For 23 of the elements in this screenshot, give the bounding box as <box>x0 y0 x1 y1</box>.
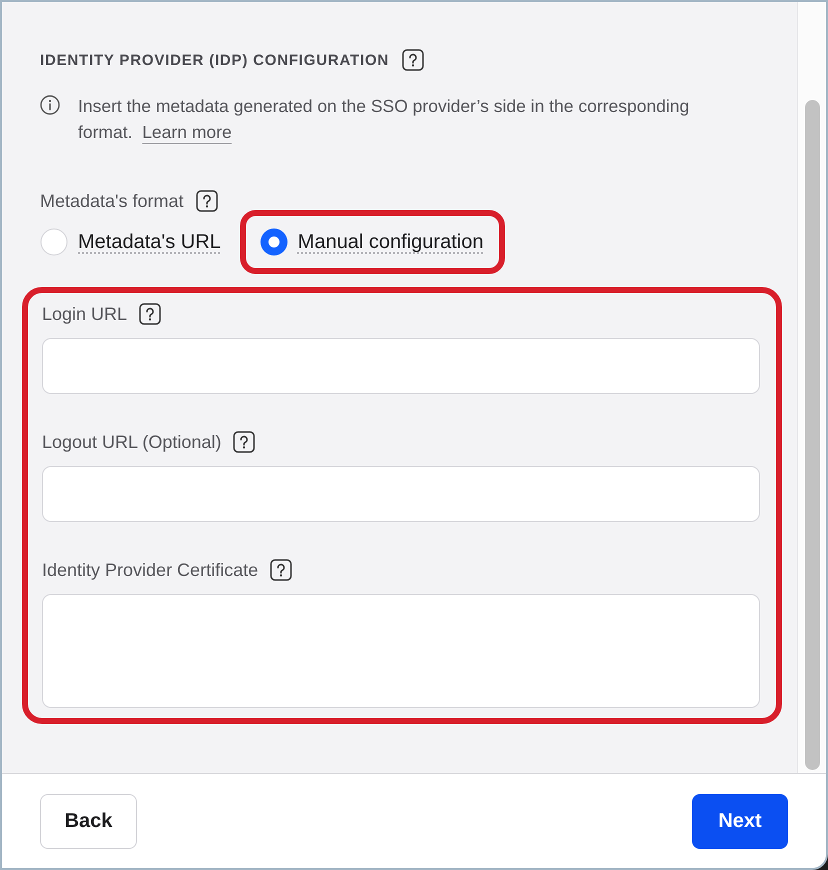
radio-label[interactable]: Metadata's URL <box>78 230 221 254</box>
field-label: Logout URL (Optional) <box>42 432 222 452</box>
scrollbar-thumb[interactable] <box>805 100 820 770</box>
section-heading: IDENTITY PROVIDER (IDP) CONFIGURATION <box>40 52 390 68</box>
field-label: Login URL <box>42 304 128 324</box>
help-icon[interactable] <box>402 49 424 71</box>
input-field[interactable] <box>42 466 760 522</box>
radio-button[interactable] <box>260 228 288 256</box>
scrollbar[interactable] <box>797 2 826 773</box>
next-button[interactable]: Next <box>692 794 788 848</box>
radio-button[interactable] <box>40 228 68 256</box>
help-icon[interactable] <box>196 190 218 212</box>
info-text: Insert the metadata generated on the SSO provider’s side in the corresponding format. Learn more <box>78 95 690 144</box>
field-label: Identity Provider Certificate <box>42 560 258 580</box>
learn-more-link[interactable]: Learn more <box>142 122 232 142</box>
input-field[interactable] <box>42 338 760 394</box>
help-icon[interactable] <box>139 303 162 325</box>
back-button[interactable]: Back <box>40 794 137 848</box>
format-label: Metadata's format <box>40 190 184 212</box>
radio-label[interactable]: Manual configuration <box>298 230 484 254</box>
help-icon[interactable] <box>270 559 292 581</box>
help-icon[interactable] <box>233 431 256 453</box>
info-icon <box>40 95 60 115</box>
